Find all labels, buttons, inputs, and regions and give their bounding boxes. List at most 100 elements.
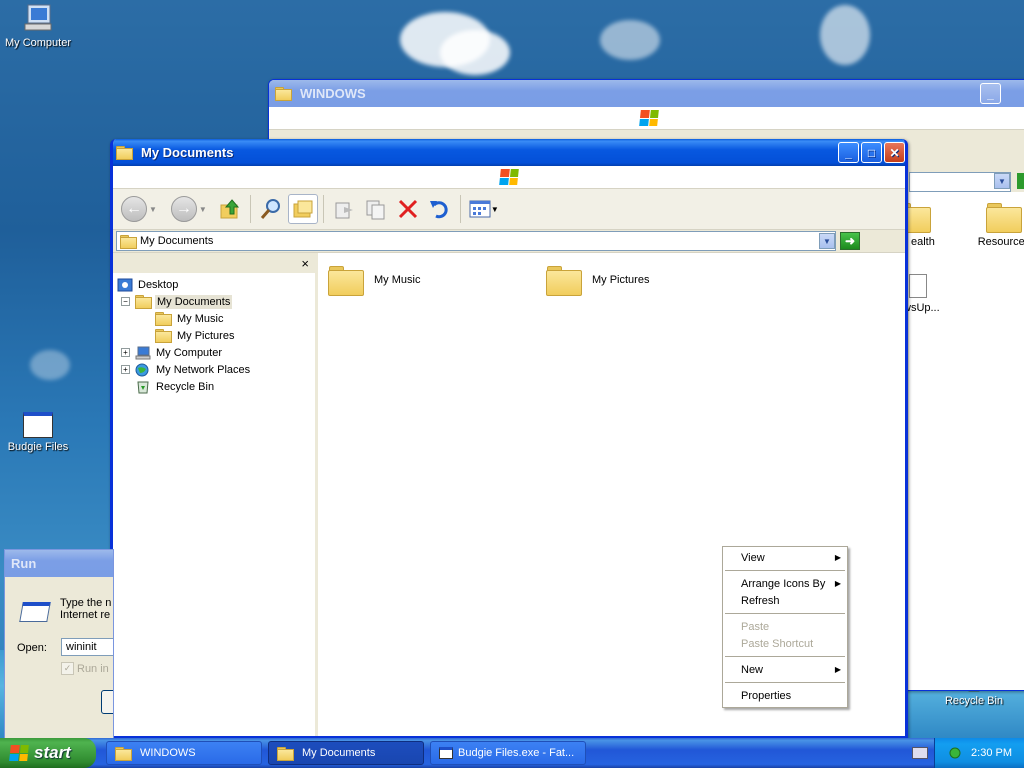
tree-node-label: My Documents (155, 294, 233, 309)
chevron-down-icon[interactable]: ▼ (199, 205, 207, 214)
run-in-checkbox[interactable]: ✓ Run in (61, 662, 109, 675)
tree-node-my-computer[interactable]: + My Computer (113, 344, 315, 361)
start-label: start (34, 743, 71, 762)
minimize-button[interactable]: _ (838, 142, 859, 163)
list-item[interactable]: Resources (959, 202, 1024, 248)
cloud (30, 350, 70, 380)
copy-to-button[interactable] (361, 194, 391, 224)
tree-node-label: Desktop (138, 278, 179, 291)
taskbar-button-my-documents[interactable]: My Documents (268, 741, 424, 765)
chevron-down-icon: ▼ (490, 204, 499, 214)
menu-separator (725, 656, 845, 657)
address-box[interactable]: ▼ (909, 172, 1011, 192)
folders-pane-header: × (113, 253, 315, 273)
desktop-icon-label: Recycle Bin (944, 695, 1004, 707)
run-dialog[interactable]: Run Type the n Internet re Open: wininit… (4, 549, 114, 741)
tree-node-my-pictures[interactable]: My Pictures (113, 327, 315, 344)
address-input[interactable]: My Documents ▼ (116, 231, 836, 251)
menu-item-label: New (741, 663, 764, 676)
undo-icon (429, 201, 448, 219)
forward-button[interactable]: → (169, 194, 199, 224)
description-line: Type the n (60, 597, 112, 609)
menu-item-paste: Paste (723, 618, 847, 635)
title-bar[interactable]: My Documents _ □ ✕ (113, 139, 905, 166)
desktop-icon-budgie-files[interactable]: Budgie Files (0, 412, 78, 453)
address-dropdown-button[interactable]: ▼ (819, 233, 835, 249)
cloud (440, 30, 510, 75)
move-to-button[interactable] (329, 194, 359, 224)
folders-button[interactable] (287, 194, 318, 224)
list-item[interactable]: wsUp... (903, 274, 940, 314)
tree-node-label: My Pictures (177, 329, 235, 342)
window-title: WINDOWS (300, 86, 366, 101)
open-input[interactable]: wininit (61, 638, 113, 656)
maximize-button[interactable]: □ (861, 142, 882, 163)
desktop-icon-my-computer[interactable]: My Computer (0, 2, 78, 49)
address-text: My Documents (140, 235, 214, 247)
tree-node-recycle-bin[interactable]: Recycle Bin (113, 378, 315, 395)
windows-logo-icon (9, 745, 29, 761)
document-icon (909, 274, 927, 298)
window-title: Run (11, 556, 37, 571)
menu-item-properties[interactable]: Properties (723, 687, 847, 704)
expand-toggle[interactable]: + (121, 348, 130, 357)
tree-node-desktop[interactable]: Desktop (113, 276, 315, 293)
go-button[interactable] (1017, 173, 1024, 189)
menu-item-arrange-icons-by[interactable]: Arrange Icons By ▶ (723, 575, 847, 592)
ok-button[interactable] (101, 690, 113, 714)
expand-toggle[interactable]: + (121, 365, 130, 374)
menu-item-refresh[interactable]: Refresh (723, 592, 847, 609)
start-button[interactable]: start (0, 738, 96, 768)
delete-button[interactable] (393, 194, 423, 224)
collapse-toggle[interactable]: − (121, 297, 130, 306)
keyboard-icon[interactable] (912, 747, 928, 759)
tree-node-my-music[interactable]: My Music (113, 310, 315, 327)
list-item-my-pictures[interactable]: My Pictures (546, 265, 650, 296)
back-button[interactable]: ← (119, 194, 149, 224)
taskbar-button-windows[interactable]: WINDOWS (106, 741, 262, 765)
title-bar[interactable]: Run (5, 550, 113, 577)
tree-node-my-documents[interactable]: − My Documents (113, 293, 315, 310)
item-label: My Music (374, 274, 421, 286)
desktop-icon-label: Budgie Files (7, 441, 69, 453)
menu-item-view[interactable]: View ▶ (723, 549, 847, 566)
clock[interactable]: 2:30 PM (971, 747, 1012, 759)
cloud (600, 20, 660, 60)
views-icon (469, 200, 491, 218)
chevron-down-icon[interactable]: ▼ (149, 205, 157, 214)
task-label: WINDOWS (140, 747, 196, 759)
close-button[interactable]: ✕ (884, 142, 905, 163)
folder-icon (328, 265, 364, 296)
folders-icon (293, 200, 313, 218)
tree-node-my-network-places[interactable]: + My Network Places (113, 361, 315, 378)
desktop-icon (117, 278, 133, 291)
search-button[interactable] (256, 194, 286, 224)
undo-button[interactable] (425, 194, 455, 224)
list-item-my-music[interactable]: My Music (328, 265, 421, 296)
taskbar-button-budgie-files[interactable]: Budgie Files.exe - Fat... (430, 741, 586, 765)
tree-node-label: Recycle Bin (156, 380, 215, 393)
minimize-button[interactable]: _ (980, 83, 1001, 104)
delete-icon (398, 199, 417, 219)
go-button[interactable]: ➜ (840, 232, 860, 250)
item-label: My Pictures (592, 274, 650, 286)
task-label: Budgie Files.exe - Fat... (458, 747, 575, 759)
title-bar[interactable]: WINDOWS _ (269, 80, 1024, 107)
description-line: Internet re (60, 609, 111, 621)
up-folder-button[interactable] (215, 194, 245, 224)
logo-bar (113, 166, 905, 189)
menu-item-new[interactable]: New ▶ (723, 661, 847, 678)
content-area: ealth Resources wsUp... (895, 192, 1024, 690)
list-item[interactable]: ealth (895, 202, 935, 248)
folders-pane: × Desktop − My Documents My Music My Pic… (113, 253, 318, 736)
views-button[interactable]: ▼ (466, 194, 502, 224)
submenu-arrow-icon: ▶ (834, 579, 841, 588)
chevron-down-icon[interactable]: ▼ (994, 173, 1010, 189)
network-tray-icon[interactable] (947, 746, 963, 760)
item-label: Resources (977, 236, 1024, 248)
toolbar-separator (322, 195, 324, 223)
close-icon[interactable]: × (301, 256, 309, 271)
open-label: Open: (17, 642, 47, 654)
tree-node-label: My Network Places (156, 363, 251, 376)
toolbar: ← ▼ → ▼ ▼ (113, 189, 905, 230)
